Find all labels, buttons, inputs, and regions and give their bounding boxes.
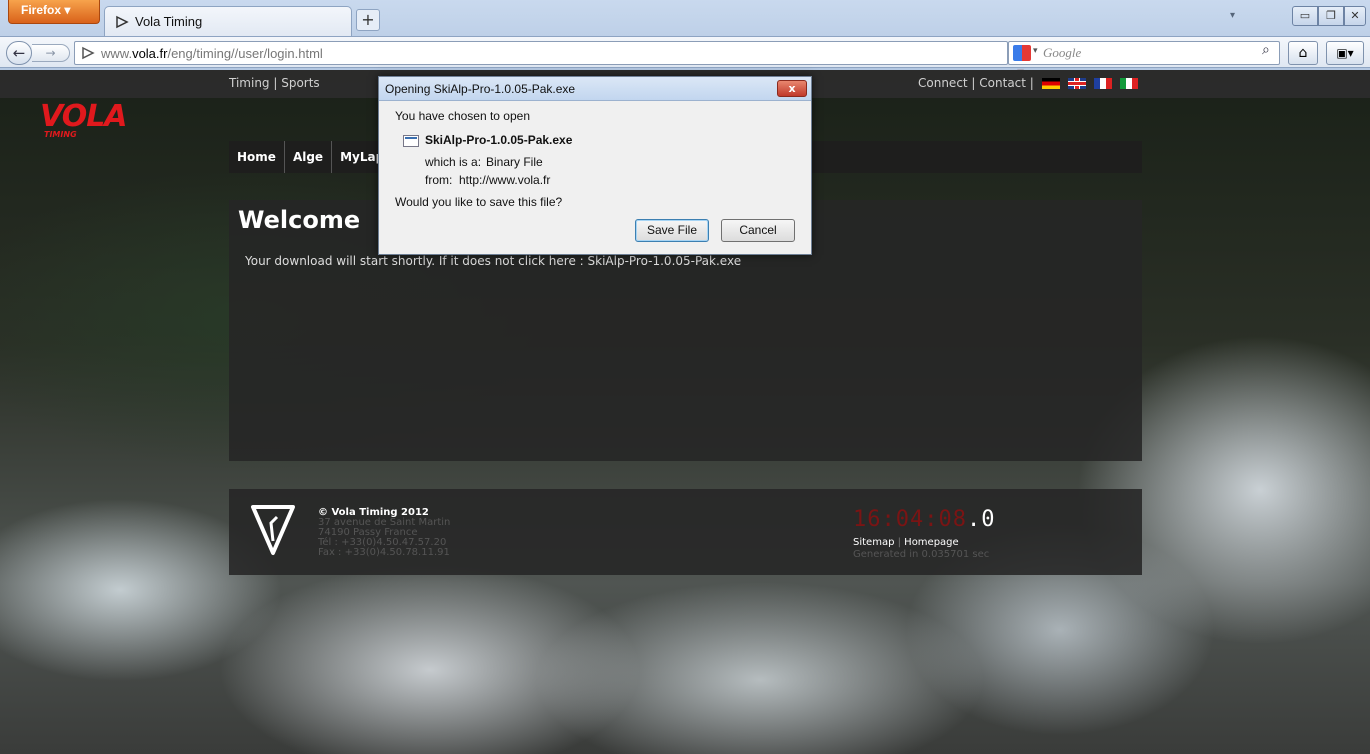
dialog-filename: SkiAlp-Pro-1.0.05-Pak.exe xyxy=(425,133,573,147)
firefox-menu-button[interactable]: Firefox ▾ xyxy=(8,0,100,24)
addon-icon: ▣▾ xyxy=(1336,46,1354,60)
minimize-button[interactable]: ▭ xyxy=(1292,6,1318,26)
footer-link-separator: | xyxy=(897,537,901,548)
dialog-from-value: http://www.vola.fr xyxy=(459,173,551,187)
addon-bar-button[interactable]: ▣▾ xyxy=(1326,41,1364,65)
search-placeholder: Google xyxy=(1043,45,1082,60)
french-flag-icon[interactable] xyxy=(1093,77,1112,89)
nav-alge[interactable]: Alge xyxy=(285,141,333,173)
dialog-question: Would you like to save this file? xyxy=(395,195,563,209)
url-bar[interactable]: www. vola.fr/eng/timing//user/login.html … xyxy=(74,41,1069,79)
german-flag-icon[interactable] xyxy=(1041,77,1060,89)
site-footer: © Vola Timing 2012 37 avenue de Saint Ma… xyxy=(229,489,1142,575)
clock-tenth: .0 xyxy=(966,507,996,532)
sitemap-link[interactable]: Sitemap xyxy=(853,537,894,548)
dialog-from-label: from: xyxy=(425,173,453,187)
home-button[interactable]: ⌂ xyxy=(1288,41,1318,65)
search-input[interactable]: ▾ Google xyxy=(1008,41,1280,65)
dialog-type-label: which is a: xyxy=(425,155,482,169)
firefox-menu-label: Firefox xyxy=(21,3,62,17)
dialog-type-value: Binary File xyxy=(486,155,543,169)
footer-fax: Fax : +33(0)4.50.78.11.91 xyxy=(318,547,450,558)
dialog-title: Opening SkiAlp-Pro-1.0.05-Pak.exe xyxy=(385,82,576,96)
url-prefix: www. xyxy=(101,45,133,61)
italian-flag-icon[interactable] xyxy=(1119,77,1138,89)
save-file-button[interactable]: Save File xyxy=(635,219,709,242)
generated-time: Generated in 0.035701 sec xyxy=(853,549,990,560)
forward-arrow-icon: → xyxy=(45,46,56,60)
tab-bar: Firefox ▾ Vola Timing + ▾ ▭ ❐ ✕ xyxy=(0,0,1370,36)
dialog-intro: You have chosen to open xyxy=(395,109,531,123)
search-magnifier-icon[interactable]: ⌕ xyxy=(1262,42,1270,58)
page-title: Welcome xyxy=(238,206,361,234)
cancel-button[interactable]: Cancel xyxy=(721,219,795,242)
clock-time: 16:04:08 xyxy=(853,507,967,532)
forward-button[interactable]: → xyxy=(32,44,70,62)
restore-button[interactable]: ❐ xyxy=(1318,6,1344,26)
url-host: vola.fr xyxy=(132,45,168,61)
file-icon xyxy=(403,135,419,147)
vola-logo-word: VOLA xyxy=(40,99,128,134)
site-identity-icon[interactable] xyxy=(81,46,95,60)
navigation-toolbar: ← → www. vola.fr/eng/timing//user/login.h… xyxy=(0,36,1370,79)
footer-links: Sitemap | Homepage xyxy=(853,537,959,548)
top-left-links[interactable]: Timing | Sports xyxy=(229,76,320,90)
site-favicon-icon xyxy=(116,15,129,28)
vola-logo[interactable]: VOLA TIMING xyxy=(40,102,200,142)
back-button[interactable]: ← xyxy=(6,41,32,65)
dialog-close-button[interactable]: x xyxy=(777,80,807,97)
home-icon: ⌂ xyxy=(1298,45,1308,61)
connect-contact-links[interactable]: Connect | Contact | xyxy=(918,76,1034,90)
tab-vola-timing[interactable]: Vola Timing xyxy=(104,6,352,36)
homepage-link[interactable]: Homepage xyxy=(904,537,959,548)
top-right-links: Connect | Contact | xyxy=(918,76,1138,90)
google-engine-icon[interactable] xyxy=(1013,45,1031,61)
vola-footer-logo-icon xyxy=(251,505,295,555)
dialog-title-bar[interactable]: Opening SkiAlp-Pro-1.0.05-Pak.exe xyxy=(379,77,811,101)
download-message[interactable]: Your download will start shortly. If it … xyxy=(245,254,741,268)
uk-flag-icon[interactable] xyxy=(1067,77,1086,89)
new-tab-button[interactable]: + xyxy=(356,9,380,31)
list-all-tabs-icon[interactable]: ▾ xyxy=(1230,10,1235,21)
browser-chrome: Firefox ▾ Vola Timing + ▾ ▭ ❐ ✕ ← → www.… xyxy=(0,0,1370,79)
digital-clock: 16:04:08.0 xyxy=(853,507,995,532)
back-arrow-icon: ← xyxy=(12,44,26,62)
download-dialog: Opening SkiAlp-Pro-1.0.05-Pak.exe x You … xyxy=(378,76,812,255)
tab-title: Vola Timing xyxy=(135,14,203,29)
engine-dropdown-icon[interactable]: ▾ xyxy=(1033,45,1038,56)
nav-home[interactable]: Home xyxy=(229,141,285,173)
window-close-button[interactable]: ✕ xyxy=(1344,6,1366,26)
url-path: /eng/timing//user/login.html xyxy=(167,45,323,61)
